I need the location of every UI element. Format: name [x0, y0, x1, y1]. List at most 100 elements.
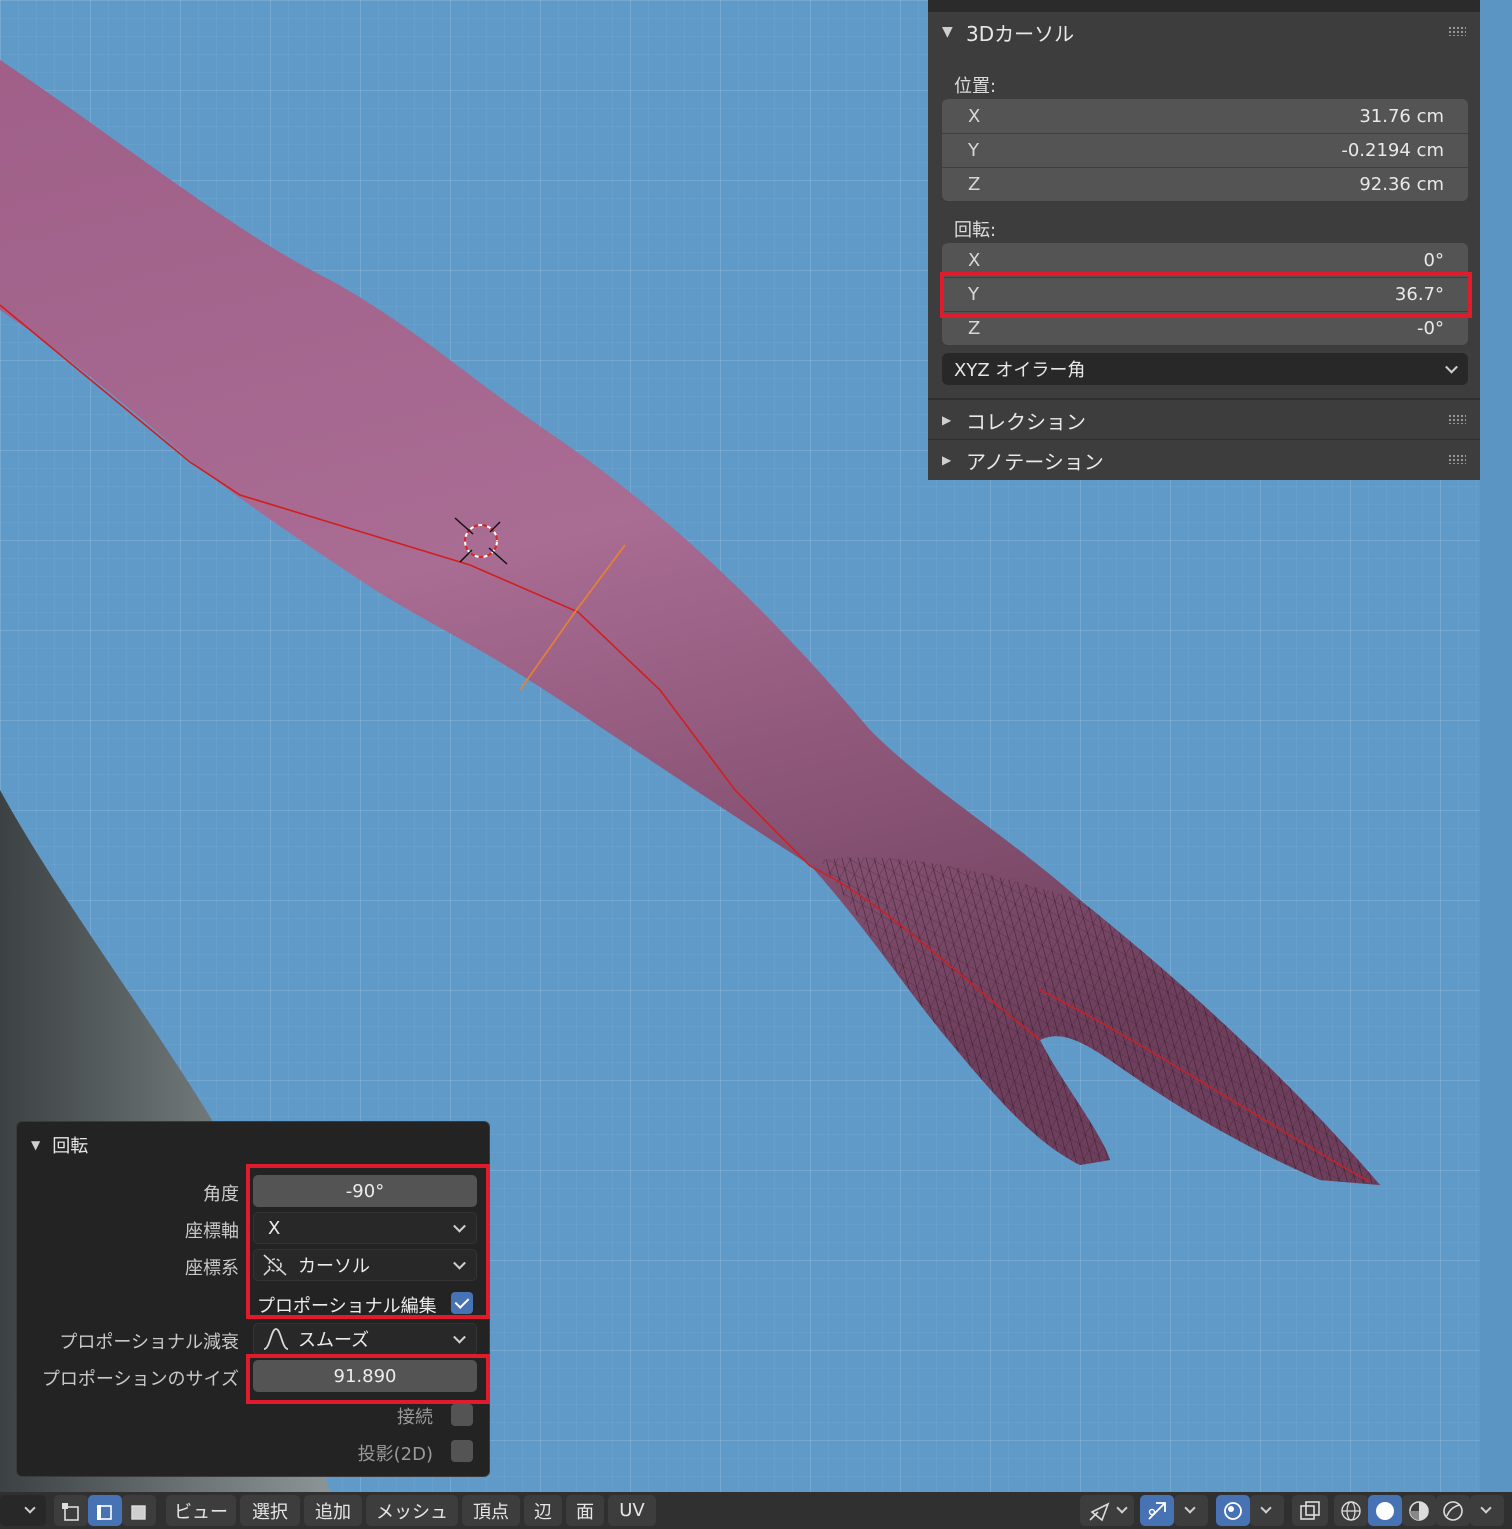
annotation-section-header[interactable]: ▶ アノテーション — [928, 440, 1480, 480]
axis-label: Z — [968, 318, 981, 339]
projected-label: 投影(2D) — [357, 1444, 433, 1465]
rendered-sphere-icon — [1443, 1500, 1463, 1521]
edge-select-icon — [97, 1504, 112, 1520]
axis-label: 座標軸 — [185, 1221, 239, 1242]
connected-label: 接続 — [397, 1407, 433, 1428]
section-title: アノテーション — [966, 449, 1104, 474]
axis-dropdown[interactable]: X — [253, 1212, 477, 1244]
viewport-header: ビュー 選択 追加 メッシュ 頂点 辺 面 UV — [0, 1492, 1512, 1529]
field-value: 0° — [1423, 249, 1444, 271]
rotation-vector: X 0° Y 36.7° Z -0° — [942, 243, 1468, 345]
axis-label: X — [968, 105, 981, 127]
face-select-icon — [131, 1504, 146, 1520]
collapsed-triangle-icon: ▶ — [942, 453, 952, 467]
xray-toggle[interactable] — [1292, 1495, 1328, 1526]
wireframe-shading-button[interactable] — [1334, 1495, 1368, 1526]
drag-grip-icon[interactable] — [1448, 26, 1466, 36]
field-value: -0.2194 cm — [1341, 140, 1444, 161]
orientation-dropdown[interactable]: カーソル — [253, 1249, 477, 1281]
menu-label: 選択 — [252, 1501, 288, 1523]
menu-label: メッシュ — [376, 1501, 448, 1523]
xray-icon — [1300, 1500, 1320, 1520]
proportional-size-field[interactable]: 91.890 — [253, 1360, 477, 1392]
menu-label: 面 — [576, 1501, 594, 1523]
edge-select-button[interactable] — [88, 1495, 122, 1526]
angle-value: -90° — [345, 1180, 385, 1202]
axis-label: Y — [968, 140, 979, 161]
axis-value: X — [268, 1217, 281, 1239]
field-value: 36.7° — [1394, 284, 1444, 305]
section-title: コレクション — [966, 409, 1086, 434]
material-shading-button[interactable] — [1402, 1495, 1436, 1526]
sidebar-n-panel: ▼ 3Dカーソル 位置: X 31.76 cm Y -0.2194 cm Z 92.3… — [928, 0, 1480, 480]
drag-grip-icon[interactable] — [1448, 414, 1466, 424]
rotation-mode-dropdown[interactable]: XYZ オイラー角 — [942, 353, 1468, 385]
mode-dropdown[interactable] — [0, 1495, 46, 1526]
menu-mesh[interactable]: メッシュ — [366, 1495, 458, 1526]
menu-vertex[interactable]: 頂点 — [462, 1495, 520, 1526]
proportional-edit-label: プロポーショナル編集 — [257, 1296, 437, 1317]
chevron-down-icon — [1445, 360, 1458, 374]
orientation-value: カーソル — [298, 1256, 370, 1277]
operator-title: 回転 — [52, 1136, 89, 1157]
material-sphere-icon — [1409, 1500, 1429, 1521]
chevron-down-icon — [1260, 1502, 1272, 1514]
collection-section-header[interactable]: ▶ コレクション — [928, 400, 1480, 440]
location-vector: X 31.76 cm Y -0.2194 cm Z 92.36 cm — [942, 99, 1468, 201]
projected-checkbox[interactable] — [451, 1440, 473, 1462]
proportional-size-label: プロポーションのサイズ — [41, 1369, 239, 1390]
chevron-down-icon — [453, 1256, 466, 1270]
menu-label: ビュー — [174, 1501, 228, 1523]
proportional-edit-checkbox[interactable] — [451, 1292, 473, 1314]
menu-edge[interactable]: 辺 — [524, 1495, 562, 1526]
rendered-shading-button[interactable] — [1436, 1495, 1470, 1526]
rotation-y-field[interactable]: Y 36.7° — [942, 277, 1468, 311]
redo-operator-panel: ▼ 回転 角度 -90° 座標軸 X 座標系 カーソル プロポーショナル編集 プ… — [16, 1121, 490, 1477]
location-z-field[interactable]: Z 92.36 cm — [942, 167, 1468, 201]
drag-grip-icon[interactable] — [1448, 454, 1466, 464]
connected-checkbox[interactable] — [451, 1404, 473, 1426]
proportional-edit-icon — [1224, 1501, 1242, 1520]
falloff-dropdown[interactable]: スムーズ — [253, 1323, 477, 1355]
location-y-field[interactable]: Y -0.2194 cm — [942, 133, 1468, 167]
snap-icon — [1148, 1501, 1166, 1520]
transform-pivot-dropdown[interactable] — [1080, 1495, 1134, 1526]
location-x-field[interactable]: X 31.76 cm — [942, 99, 1468, 133]
menu-face[interactable]: 面 — [566, 1495, 604, 1526]
rotation-x-field[interactable]: X 0° — [942, 243, 1468, 277]
menu-label: 辺 — [534, 1501, 552, 1523]
snap-toggle[interactable] — [1140, 1495, 1174, 1526]
vertex-select-icon — [62, 1502, 79, 1521]
menu-view[interactable]: ビュー — [166, 1495, 236, 1526]
cursor-section-title: 3Dカーソル — [966, 21, 1075, 46]
expanded-triangle-icon: ▼ — [31, 1138, 41, 1152]
menu-label: 追加 — [315, 1501, 351, 1523]
menu-uv[interactable]: UV — [608, 1495, 656, 1526]
solid-sphere-icon — [1376, 1501, 1394, 1520]
angle-label: 角度 — [203, 1184, 239, 1205]
solid-shading-button[interactable] — [1368, 1495, 1402, 1526]
chevron-down-icon — [453, 1330, 466, 1344]
pivot-icon — [1089, 1501, 1110, 1521]
angle-field[interactable]: -90° — [253, 1175, 477, 1207]
chevron-down-icon — [1184, 1502, 1196, 1514]
vertex-select-button[interactable] — [54, 1495, 88, 1526]
snap-dropdown[interactable] — [1174, 1495, 1208, 1526]
field-value: 31.76 cm — [1359, 105, 1444, 127]
chevron-down-icon — [24, 1502, 36, 1514]
orientation-label: 座標系 — [185, 1258, 239, 1279]
menu-select[interactable]: 選択 — [240, 1495, 300, 1526]
face-select-button[interactable] — [122, 1495, 156, 1526]
viewport-edge — [1480, 0, 1512, 1492]
operator-panel-header[interactable]: ▼ 回転 — [31, 1132, 88, 1158]
location-label: 位置: — [954, 76, 997, 97]
rotation-z-field[interactable]: Z -0° — [942, 311, 1468, 345]
shading-options-dropdown[interactable] — [1470, 1495, 1504, 1526]
proportional-falloff-dropdown[interactable] — [1250, 1495, 1284, 1526]
falloff-label: プロポーショナル減衰 — [59, 1332, 239, 1353]
menu-add[interactable]: 追加 — [304, 1495, 362, 1526]
cursor-section-header[interactable]: ▼ 3Dカーソル — [928, 12, 1480, 52]
rotation-mode-value: XYZ オイラー角 — [954, 360, 1086, 381]
proportional-edit-toggle[interactable] — [1216, 1495, 1250, 1526]
cursor-orientation-icon — [262, 1253, 290, 1277]
